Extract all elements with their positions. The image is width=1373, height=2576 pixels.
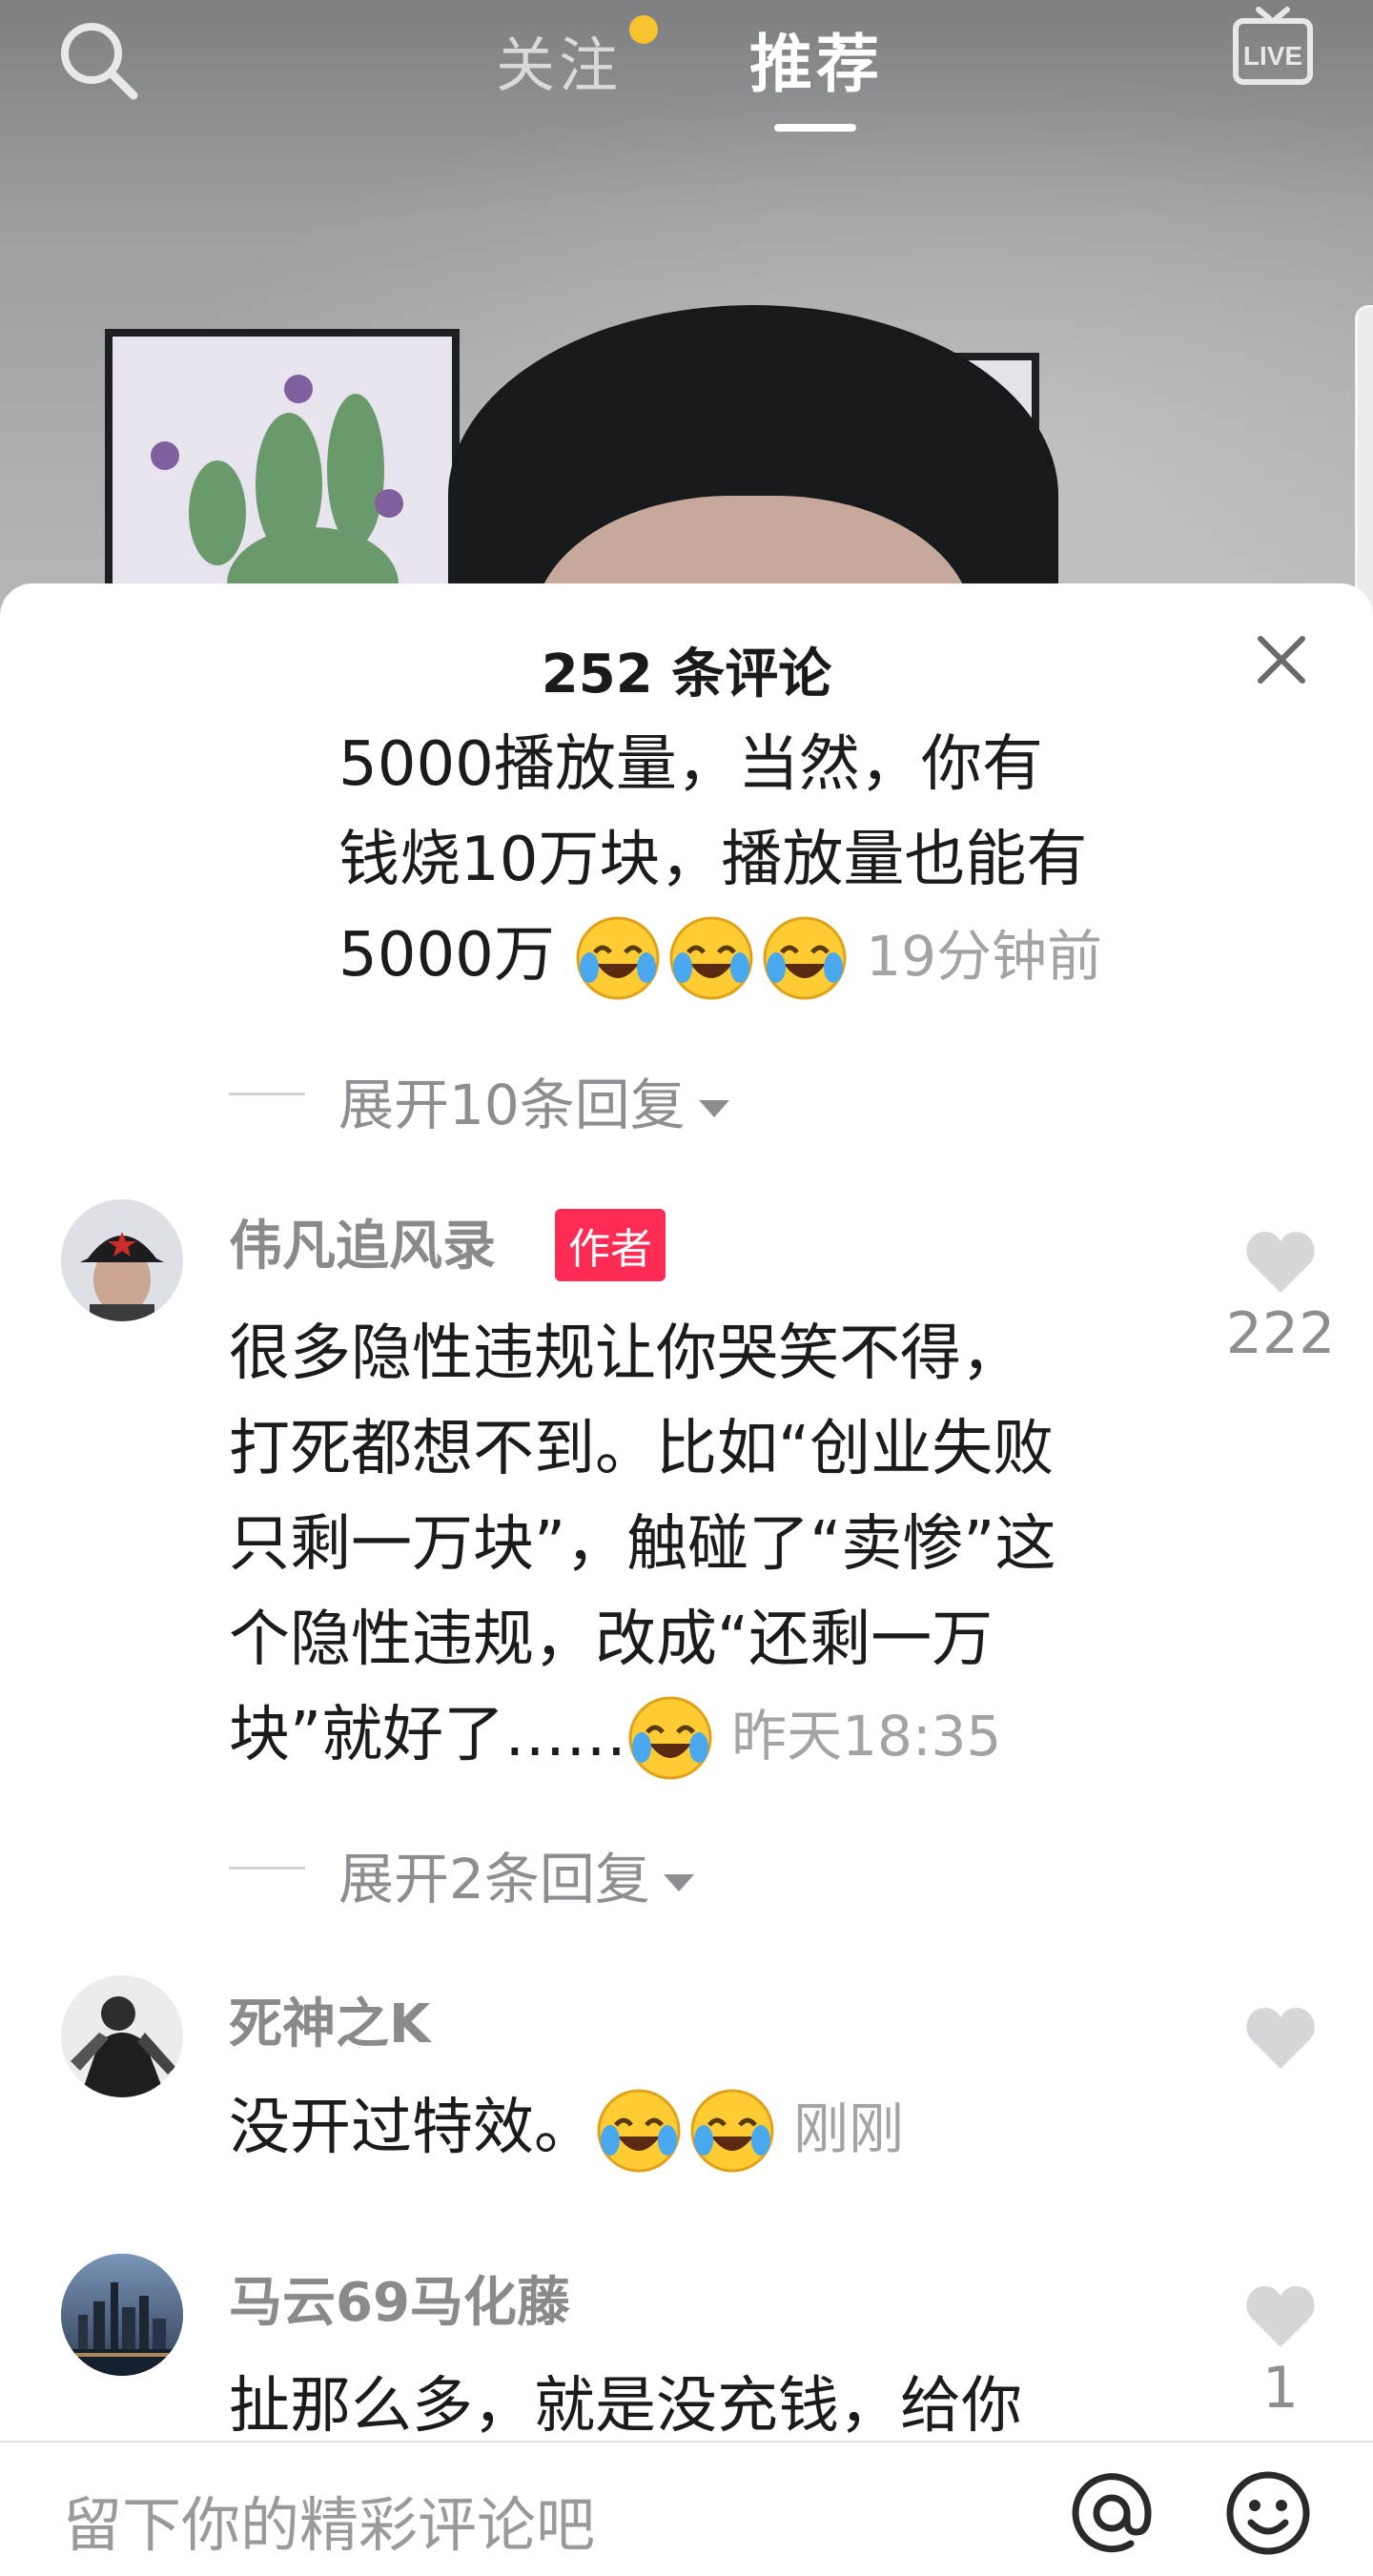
expand-replies-button[interactable]: 展开10条回复 <box>338 1060 729 1140</box>
comment-text-line: 打死都想不到。比如“创业失败 <box>229 1414 1055 1484</box>
comment-username[interactable]: 马云69马化藤 <box>229 2259 570 2337</box>
laugh-cry-emoji-icon <box>690 2089 774 2173</box>
like-heart-icon[interactable] <box>1244 2004 1317 2071</box>
comment-text-line: 块”就好了…… <box>229 1700 627 1770</box>
expand-replies-button[interactable]: 展开2条回复 <box>338 1834 694 1914</box>
emoji-group <box>555 916 854 1000</box>
cactus-painting <box>105 329 460 629</box>
cactus-pad <box>327 394 384 546</box>
comment-text-line: 没开过特效。 <box>229 2093 595 2163</box>
avatar-image <box>61 2254 183 2376</box>
comment-text-line: 5000播放量，当然，你有 <box>338 729 1043 800</box>
comment-text-line: 个隐性违规，改成“还剩一万 <box>229 1605 994 1675</box>
comments-count-title: 252 条评论 <box>541 644 832 705</box>
follow-notification-dot <box>629 15 658 44</box>
laugh-cry-emoji-icon <box>597 2089 681 2173</box>
avatar[interactable] <box>61 2254 183 2376</box>
comment-time: 刚刚 <box>793 2096 905 2161</box>
comment-text-last-line: 5000万 19分钟前 <box>338 908 1102 1004</box>
laugh-cry-emoji-icon <box>628 1696 712 1780</box>
cactus-flower <box>151 441 179 470</box>
comment-time: 昨天18:35 <box>731 1704 1002 1768</box>
search-icon[interactable] <box>55 17 141 103</box>
avatar[interactable] <box>61 1199 183 1321</box>
comment-input[interactable]: 留下你的精彩评论吧 <box>63 2477 595 2563</box>
live-tv-icon[interactable]: LIVE <box>1230 4 1316 90</box>
laugh-cry-emoji-icon <box>763 916 847 1000</box>
close-icon[interactable] <box>1253 631 1310 688</box>
expand-replies-label: 展开10条回复 <box>338 1073 686 1137</box>
emoji-picker-icon[interactable] <box>1224 2469 1312 2557</box>
comment-time: 19分钟前 <box>866 924 1103 989</box>
cactus-flower <box>375 489 403 518</box>
comments-sheet: 252 条评论 5000播放量，当然，你有 钱烧10万块，播放量也能有 5000… <box>0 583 1373 2574</box>
expand-divider <box>229 1867 305 1870</box>
laugh-cry-emoji-icon <box>576 916 660 1000</box>
comment-text-line: 很多隐性违规让你哭笑不得， <box>229 1319 1022 1389</box>
like-heart-icon[interactable] <box>1244 1228 1317 1295</box>
cactus-pad <box>189 460 246 565</box>
comment-text-last-line: 块”就好了…… 昨天18:35 <box>229 1687 1001 1784</box>
cactus-flower <box>284 375 313 403</box>
like-count: 1 <box>1261 2355 1300 2422</box>
comment-text-line: 扯那么多，就是没充钱，给你 <box>229 2371 1022 2442</box>
expand-replies-label: 展开2条回复 <box>338 1847 650 1912</box>
avatar[interactable] <box>61 1975 183 2097</box>
avatar-image <box>61 1975 183 2097</box>
chevron-down-icon <box>698 1099 729 1117</box>
comment-input-bar: 留下你的精彩评论吧 <box>0 2441 1373 2576</box>
comment-username[interactable]: 死神之K <box>229 1981 430 2058</box>
comment-text-line: 5000万 <box>338 920 555 991</box>
mention-at-icon[interactable] <box>1068 2469 1156 2557</box>
svg-text:LIVE: LIVE <box>1243 41 1302 71</box>
comment-username[interactable]: 伟凡追风录 <box>229 1203 496 1280</box>
like-heart-icon[interactable] <box>1244 2282 1317 2349</box>
comment-text-last-line: 没开过特效。 刚刚 <box>229 2080 904 2177</box>
author-badge: 作者 <box>555 1209 666 1281</box>
comment-text-line: 只剩一万块”，触碰了“卖惨”这 <box>229 1509 1056 1580</box>
chevron-down-icon <box>663 1873 694 1891</box>
avatar-image <box>61 1199 183 1321</box>
like-count: 222 <box>1225 1300 1336 1367</box>
comment-text-line: 钱烧10万块，播放量也能有 <box>338 825 1088 895</box>
tab-follow[interactable]: 关注 <box>496 17 622 103</box>
tab-recommend[interactable]: 推荐 <box>749 13 883 105</box>
top-nav: 关注 推荐 LIVE <box>0 0 1373 153</box>
laugh-cry-emoji-icon <box>669 916 753 1000</box>
expand-divider <box>229 1093 305 1095</box>
active-tab-indicator <box>774 124 856 132</box>
